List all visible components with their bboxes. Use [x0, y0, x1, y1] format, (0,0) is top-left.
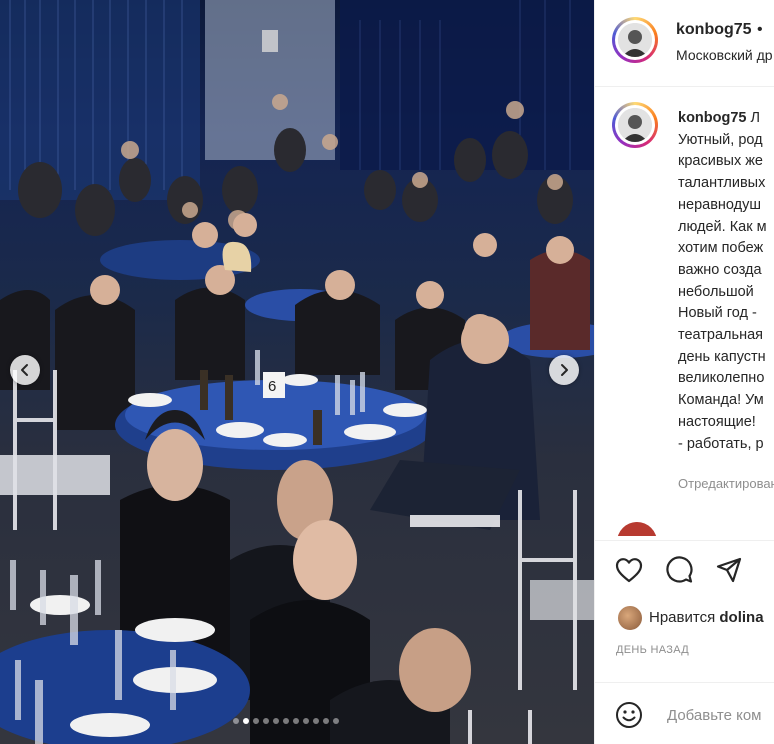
caption-line: день капустн: [678, 348, 766, 365]
header-username[interactable]: konbog75: [676, 21, 752, 39]
carousel-dot: [303, 718, 309, 724]
carousel-dot: [293, 718, 299, 724]
edited-label: Отредактирован: [678, 476, 774, 491]
caption-first-line: konbog75 Л: [678, 108, 774, 130]
caption-line: Новый год -: [678, 305, 757, 322]
caption-username[interactable]: konbog75: [678, 110, 746, 126]
caption-line: людей. Как м: [678, 218, 767, 235]
caption-line: Уютный, род: [678, 131, 763, 148]
caption-line: небольшой: [678, 283, 754, 300]
carousel-dot: [313, 718, 319, 724]
comment-avatar-peek: [617, 522, 657, 536]
caption-line: важно созда: [678, 261, 762, 278]
smiley-icon: [616, 702, 642, 728]
carousel-dot: [243, 718, 249, 724]
share-icon: [716, 557, 742, 583]
header-location[interactable]: Московский др: [676, 47, 773, 63]
post-photo[interactable]: 6: [0, 0, 594, 744]
event-photo-illustration: 6: [0, 0, 594, 744]
caption-line: хотим побеж: [678, 240, 764, 257]
post-caption: konbog75 Л Уютный, род красивых же талантл…: [678, 108, 774, 455]
carousel-indicator: [233, 718, 339, 724]
carousel-dot: [283, 718, 289, 724]
header-avatar[interactable]: [612, 17, 658, 63]
caption-line: Команда! Ум: [678, 392, 764, 409]
comment-input[interactable]: [665, 701, 774, 729]
caption-line: театральная: [678, 327, 763, 344]
likes-prefix: Нравится: [649, 609, 716, 626]
carousel-dot: [273, 718, 279, 724]
carousel-dot: [233, 718, 239, 724]
action-bar: [595, 540, 774, 601]
carousel-next-button[interactable]: [549, 355, 579, 385]
post-header: konbog75 • Московский др: [595, 0, 774, 87]
caption-line: Л: [750, 110, 761, 126]
caption-line: неравнодуш: [678, 196, 761, 213]
emoji-button[interactable]: [615, 701, 643, 729]
caption-line: - работать, р: [678, 435, 764, 452]
comment-button[interactable]: [664, 555, 694, 585]
carousel-dot: [263, 718, 269, 724]
caption-line: красивых же: [678, 153, 763, 170]
carousel-dot: [333, 718, 339, 724]
chevron-right-icon: [561, 364, 568, 376]
liker-avatar[interactable]: [617, 605, 643, 631]
caption-line: настоящие!: [678, 413, 756, 430]
caption-line: талантливых: [678, 175, 766, 192]
liker-username[interactable]: dolina: [719, 609, 763, 626]
comment-icon: [666, 556, 693, 583]
post-timestamp[interactable]: ДЕНЬ НАЗАД: [616, 644, 689, 656]
carousel-dot: [253, 718, 259, 724]
chevron-left-icon: [21, 364, 28, 376]
carousel-prev-button[interactable]: [10, 355, 40, 385]
caption-line: великолепно: [678, 370, 765, 387]
like-button[interactable]: [614, 555, 644, 585]
carousel-dot: [323, 718, 329, 724]
comment-bar: [595, 682, 774, 744]
caption-avatar[interactable]: [612, 102, 658, 148]
table-number: 6: [268, 378, 276, 395]
profile-photo: [618, 23, 652, 57]
header-separator: •: [757, 21, 763, 38]
profile-photo: [618, 108, 652, 142]
heart-icon: [615, 558, 643, 583]
share-button[interactable]: [714, 555, 744, 585]
post-side-panel: konbog75 • Московский др konbog75 Л Уютн…: [594, 0, 774, 744]
